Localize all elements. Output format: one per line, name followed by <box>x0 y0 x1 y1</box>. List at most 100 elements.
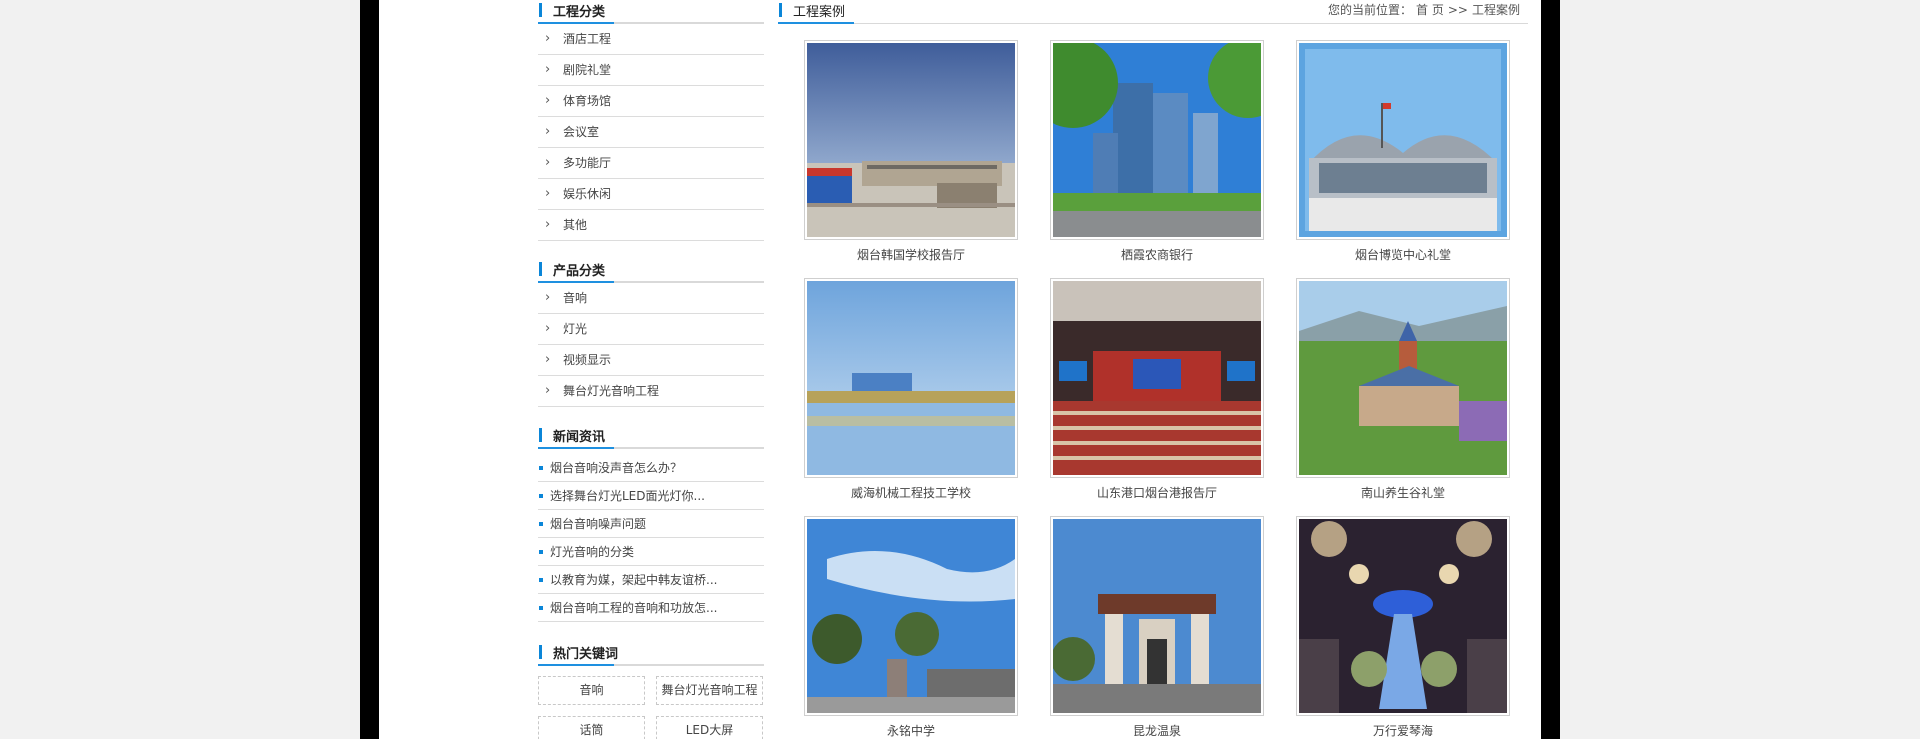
case-photo[interactable] <box>1050 278 1264 478</box>
case-photo[interactable] <box>1050 516 1264 716</box>
news-link[interactable]: 烟台音响噪声问题 <box>550 510 646 538</box>
case-card[interactable]: 栖霞农商银行 <box>1050 40 1264 263</box>
engineering-category-item[interactable]: › 多功能厅 <box>538 148 764 179</box>
case-caption[interactable]: 山东港口烟台港报告厅 <box>1050 484 1264 501</box>
case-card[interactable]: 万行爱琴海 <box>1296 516 1510 739</box>
engineering-category-item[interactable]: › 会议室 <box>538 117 764 148</box>
product-category-item[interactable]: › 视频显示 <box>538 345 764 376</box>
header-accent-bar <box>539 645 542 659</box>
news-header: 新闻资讯 <box>538 425 764 449</box>
chevron-right-icon: › <box>545 321 551 336</box>
case-photo[interactable] <box>1296 40 1510 240</box>
keyword-tag[interactable]: LED大屏 <box>656 716 763 739</box>
header-accent-bar <box>539 3 542 17</box>
header-underline <box>538 664 614 666</box>
case-card[interactable]: 烟台韩国学校报告厅 <box>804 40 1018 263</box>
product-category-title: 产品分类 <box>553 264 606 279</box>
case-card[interactable]: 烟台博览中心礼堂 <box>1296 40 1510 263</box>
engineering-category-header: 工程分类 <box>538 0 764 24</box>
case-caption[interactable]: 烟台博览中心礼堂 <box>1296 246 1510 263</box>
news-link[interactable]: 以教育为媒，架起中韩友谊桥... <box>550 566 717 594</box>
engineering-category-item[interactable]: › 其他 <box>538 210 764 241</box>
case-card[interactable]: 昆龙温泉 <box>1050 516 1264 739</box>
bullet-icon <box>539 466 543 470</box>
chevron-right-icon: › <box>545 124 551 139</box>
engineering-category-item[interactable]: › 娱乐休闲 <box>538 179 764 210</box>
header-underline <box>778 22 854 24</box>
lake-campus-image <box>807 281 1015 475</box>
keyword-tag[interactable]: 音响 <box>538 676 645 705</box>
engineering-category-item[interactable]: › 酒店工程 <box>538 24 764 55</box>
auditorium-image <box>1053 281 1261 475</box>
case-card[interactable]: 南山养生谷礼堂 <box>1296 278 1510 501</box>
category-label: 视频显示 <box>563 353 612 367</box>
news-link[interactable]: 选择舞台灯光LED面光灯你... <box>550 482 705 510</box>
breadcrumb-current[interactable]: 工程案例 <box>1472 3 1520 17</box>
case-caption[interactable]: 烟台韩国学校报告厅 <box>804 246 1018 263</box>
case-photo[interactable] <box>804 278 1018 478</box>
case-caption[interactable]: 栖霞农商银行 <box>1050 246 1264 263</box>
news-item[interactable]: 烟台音响噪声问题 <box>538 510 764 538</box>
church-image <box>1299 281 1507 475</box>
category-label: 多功能厅 <box>563 156 612 170</box>
engineering-category-title: 工程分类 <box>553 5 606 20</box>
news-list: 烟台音响没声音怎么办？ 选择舞台灯光LED面光灯你... 烟台音响噪声问题 灯光… <box>538 454 764 622</box>
case-caption[interactable]: 万行爱琴海 <box>1296 722 1510 739</box>
keywords-header: 热门关键词 <box>538 642 764 666</box>
arch-gate-image <box>1053 519 1261 713</box>
bullet-icon <box>539 522 543 526</box>
header-accent-bar <box>539 262 542 276</box>
case-photo[interactable] <box>1296 278 1510 478</box>
product-category-list: › 音响 › 灯光 › 视频显示 › 舞台灯光音响工程 <box>538 283 764 407</box>
chevron-right-icon: › <box>545 290 551 305</box>
category-label: 音响 <box>563 291 588 305</box>
engineering-category-item[interactable]: › 体育场馆 <box>538 86 764 117</box>
category-label: 剧院礼堂 <box>563 63 612 77</box>
case-caption[interactable]: 南山养生谷礼堂 <box>1296 484 1510 501</box>
news-item[interactable]: 以教育为媒，架起中韩友谊桥... <box>538 566 764 594</box>
category-label: 体育场馆 <box>563 94 612 108</box>
news-title: 新闻资讯 <box>553 430 606 445</box>
case-caption[interactable]: 昆龙温泉 <box>1050 722 1264 739</box>
chevron-right-icon: › <box>545 31 551 46</box>
case-card[interactable]: 山东港口烟台港报告厅 <box>1050 278 1264 501</box>
product-category-header: 产品分类 <box>538 259 764 283</box>
breadcrumb: 您的当前位置：首 页 >> 工程案例 <box>1324 1 1520 18</box>
category-label: 灯光 <box>563 322 588 336</box>
news-item[interactable]: 烟台音响没声音怎么办？ <box>538 454 764 482</box>
engineering-category-list: › 酒店工程 › 剧院礼堂 › 体育场馆 › 会议室 › 多功能厅 › 娱乐休闲 › 其他 <box>538 24 764 241</box>
news-link[interactable]: 烟台音响工程的音响和功放怎... <box>550 594 717 622</box>
case-photo[interactable] <box>804 516 1018 716</box>
engineering-category-item[interactable]: › 剧院礼堂 <box>538 55 764 86</box>
bullet-icon <box>539 606 543 610</box>
case-caption[interactable]: 威海机械工程技工学校 <box>804 484 1018 501</box>
breadcrumb-home-link[interactable]: 首 页 <box>1416 3 1444 17</box>
product-category-item[interactable]: › 灯光 <box>538 314 764 345</box>
banquet-image <box>1299 519 1507 713</box>
chevron-right-icon: › <box>545 186 551 201</box>
case-photo[interactable] <box>1296 516 1510 716</box>
news-item[interactable]: 选择舞台灯光LED面光灯你... <box>538 482 764 510</box>
case-card[interactable]: 永铭中学 <box>804 516 1018 739</box>
expo-hall-image <box>1299 43 1507 237</box>
breadcrumb-prefix: 您的当前位置： <box>1328 3 1413 17</box>
case-photo[interactable] <box>1050 40 1264 240</box>
news-link[interactable]: 烟台音响没声音怎么办？ <box>550 454 682 482</box>
keyword-tag[interactable]: 话筒 <box>538 716 645 739</box>
case-caption[interactable]: 永铭中学 <box>804 722 1018 739</box>
product-category-item[interactable]: › 音响 <box>538 283 764 314</box>
news-item[interactable]: 烟台音响工程的音响和功放怎... <box>538 594 764 622</box>
product-category-item[interactable]: › 舞台灯光音响工程 <box>538 376 764 407</box>
news-item[interactable]: 灯光音响的分类 <box>538 538 764 566</box>
left-frame-bar <box>360 0 379 739</box>
keyword-tag[interactable]: 舞台灯光音响工程 <box>656 676 763 705</box>
bank-towers-image <box>1053 43 1261 237</box>
main-content: 工程案例 您的当前位置：首 页 >> 工程案例 烟台韩国学校报告厅 栖霞农商银行… <box>778 0 1528 738</box>
case-card[interactable]: 威海机械工程技工学校 <box>804 278 1018 501</box>
category-label: 舞台灯光音响工程 <box>563 384 660 398</box>
breadcrumb-separator: >> <box>1447 3 1468 17</box>
case-photo[interactable] <box>804 40 1018 240</box>
header-accent-bar <box>779 3 782 17</box>
news-link[interactable]: 灯光音响的分类 <box>550 538 634 566</box>
bullet-icon <box>539 578 543 582</box>
